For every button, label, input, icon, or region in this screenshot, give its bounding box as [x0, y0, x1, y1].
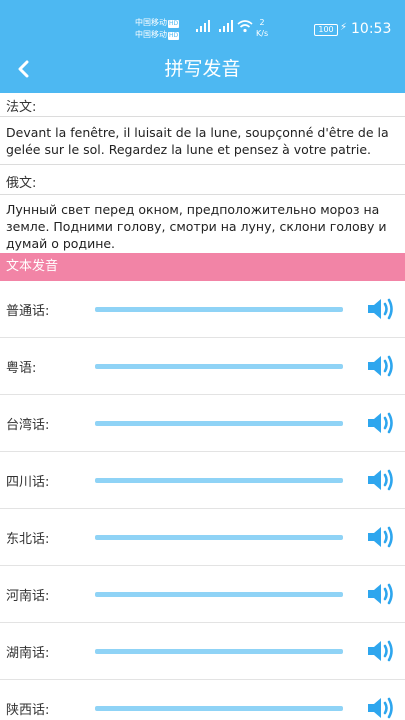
french-text: Devant la fenêtre, il luisait de la lune… — [6, 125, 389, 157]
dialect-label: 陕西话: — [6, 703, 50, 718]
dialect-row: 河南话: — [0, 566, 405, 623]
carrier-2: 中国移动 — [135, 30, 167, 39]
speed-slider[interactable] — [95, 421, 343, 426]
status-bar: 中国移动 HD 中国移动 HD 2 K/s 100 ⚡ 10:53 — [0, 0, 405, 46]
speaker-icon[interactable] — [366, 295, 398, 323]
russian-text: Лунный свет перед окном, предположительн… — [6, 202, 387, 251]
divider — [0, 194, 405, 195]
dialect-row: 陕西话: — [0, 680, 405, 720]
charging-icon: ⚡ — [340, 22, 348, 33]
dialect-label: 粤语: — [6, 361, 37, 376]
speed-slider[interactable] — [95, 649, 343, 654]
dialect-label: 河南话: — [6, 589, 50, 604]
speaker-icon[interactable] — [366, 523, 398, 551]
speed-slider[interactable] — [95, 535, 343, 540]
wifi-icon — [237, 20, 253, 33]
dialect-row: 四川话: — [0, 452, 405, 509]
speed-slider[interactable] — [95, 364, 343, 369]
page-title: 拼写发音 — [164, 58, 241, 80]
speed-slider[interactable] — [95, 478, 343, 483]
back-button[interactable] — [10, 56, 36, 82]
app-bar: 拼写发音 — [0, 46, 405, 93]
speaker-icon[interactable] — [366, 637, 398, 665]
dialect-label: 湖南话: — [6, 646, 50, 661]
speaker-icon[interactable] — [366, 352, 398, 380]
hd-badge: HD — [168, 32, 180, 40]
dialect-row: 粤语: — [0, 338, 405, 395]
divider — [0, 116, 405, 117]
divider — [0, 164, 405, 165]
dialect-row: 台湾话: — [0, 395, 405, 452]
dialect-label: 四川话: — [6, 475, 50, 490]
net-speed: 2 K/s — [256, 18, 269, 38]
clock: 10:53 — [351, 21, 392, 37]
carrier-1: 中国移动 — [135, 18, 167, 27]
speaker-icon[interactable] — [366, 409, 398, 437]
hd-badge: HD — [168, 20, 180, 28]
tts-section-header: 文本发音 — [0, 253, 405, 281]
speed-slider[interactable] — [95, 307, 343, 312]
dialect-row: 东北话: — [0, 509, 405, 566]
speaker-icon[interactable] — [366, 694, 398, 720]
carrier-info: 中国移动 HD 中国移动 HD — [135, 17, 180, 41]
speaker-icon[interactable] — [366, 580, 398, 608]
speaker-icon[interactable] — [366, 466, 398, 494]
dialect-row: 普通话: — [0, 281, 405, 338]
french-label: 法文: — [6, 100, 37, 115]
speed-slider[interactable] — [95, 592, 343, 597]
chevron-left-icon — [18, 60, 29, 78]
signal-icon — [196, 20, 210, 32]
battery-icon: 100 — [314, 24, 338, 36]
dialect-label: 东北话: — [6, 532, 50, 547]
signal-icon — [219, 20, 233, 32]
russian-label: 俄文: — [6, 176, 37, 191]
speed-slider[interactable] — [95, 706, 343, 711]
dialect-label: 台湾话: — [6, 418, 50, 433]
dialect-label: 普通话: — [6, 304, 50, 319]
dialect-row: 湖南话: — [0, 623, 405, 680]
